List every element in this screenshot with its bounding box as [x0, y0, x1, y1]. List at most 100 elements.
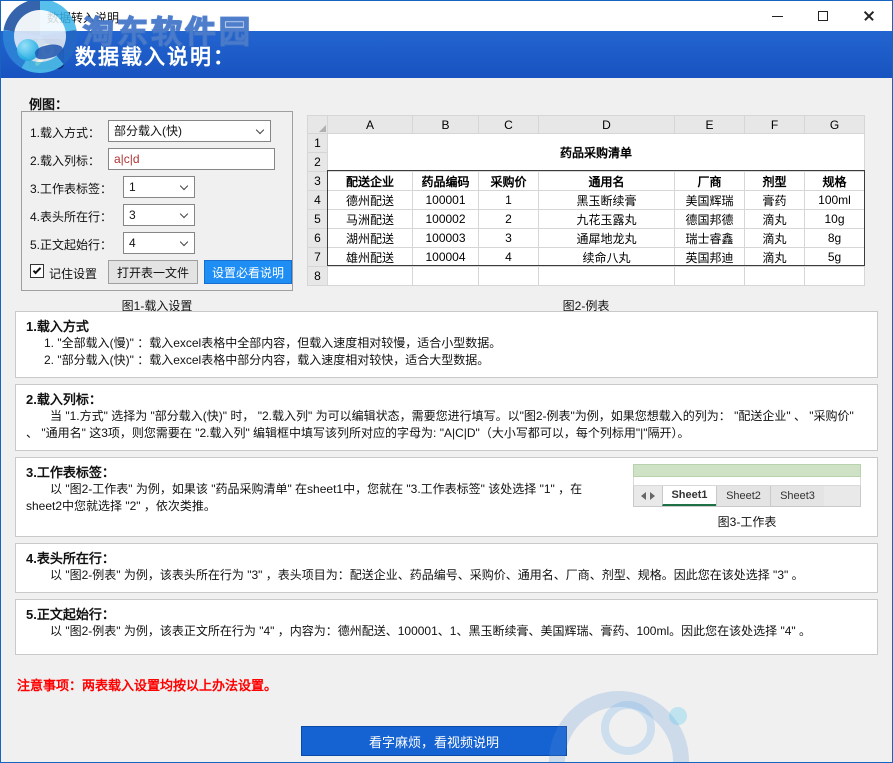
data-cell: 100004 [413, 248, 479, 267]
notice-text: 注意事项：两表载入设置均按以上办法设置。 [17, 675, 878, 694]
row-header: 7 [308, 248, 328, 267]
empty-cell [539, 267, 675, 286]
data-cell: 美国辉瑞 [675, 191, 745, 210]
section-heading: 2.载入列标： [26, 391, 867, 408]
header-cell: 通用名 [539, 172, 675, 191]
sheet-tab-value: 1 [129, 180, 136, 194]
settings-help-button[interactable]: 设置必看说明 [204, 260, 292, 284]
section-heading: 4.表头所在行： [26, 550, 867, 567]
remember-settings-checkbox[interactable] [30, 264, 44, 278]
chevron-down-icon [256, 126, 264, 134]
maximize-button[interactable] [800, 1, 846, 31]
data-cell: 8g [805, 229, 865, 248]
body-start-row-value: 4 [129, 236, 136, 250]
data-cell: 德州配送 [328, 191, 413, 210]
chevron-down-icon [180, 182, 188, 190]
sheet-tab: Sheet2 [716, 486, 770, 506]
section-load-mode: 1.载入方式 1. "全部载入(慢)" ：载入excel表格中全部内容，但载入速… [15, 311, 878, 378]
empty-cell [479, 267, 539, 286]
app-window: 数据转入说明 数据载入说明： 例图： 1.载入方式： 部分载入(快) [0, 0, 893, 763]
row-header: 5 [308, 210, 328, 229]
field-label-column-letters: 2.载入列标： [30, 152, 100, 169]
header-cell: 采购价 [479, 172, 539, 191]
data-cell: 雄州配送 [328, 248, 413, 267]
chevron-down-icon [180, 210, 188, 218]
section-body: 以 "图2-工作表" 为例，如果该 "药品采购清单" 在sheet1中，您就在 … [26, 481, 614, 515]
empty-cell [413, 267, 479, 286]
minimize-icon [772, 16, 783, 17]
header-row-select[interactable]: 3 [123, 204, 195, 226]
section-heading: 1.载入方式 [26, 318, 867, 335]
empty-cell [328, 267, 413, 286]
column-header: A [328, 116, 413, 134]
sheet-white-row [633, 477, 861, 486]
magnifier-icon [29, 39, 64, 69]
row-header: 3 [308, 172, 328, 191]
data-cell: 100ml [805, 191, 865, 210]
column-header: E [675, 116, 745, 134]
remember-settings-label: 记住设置 [49, 265, 97, 282]
close-icon [863, 10, 875, 22]
maximize-icon [818, 11, 828, 21]
page-header: 数据载入说明： [1, 31, 892, 78]
section-column-letters: 2.载入列标： 当 "1.方式" 选择为 "部分载入(快)" 时， "2.载入列… [15, 384, 878, 451]
data-cell: 滴丸 [745, 248, 805, 267]
open-file-button[interactable]: 打开表一文件 [108, 260, 198, 284]
arrow-right-icon [650, 492, 655, 500]
column-header: D [539, 116, 675, 134]
sheet-title-cell: 药品采购清单 [328, 134, 865, 172]
data-cell: 黑玉断续膏 [539, 191, 675, 210]
header-cell: 药品编码 [413, 172, 479, 191]
data-cell: 10g [805, 210, 865, 229]
example-spreadsheet: A B C D E F G 1 药品采购清单 2 3 配送企业 [307, 115, 865, 286]
header-row-value: 3 [129, 208, 136, 222]
section-line: 2. "部分载入(快)" ：载入excel表格中部分内容，载入速度相对较快，适合… [44, 352, 867, 369]
field-label-header-row: 4.表头所在行： [30, 208, 112, 225]
empty-cell [675, 267, 745, 286]
sheet-green-row [633, 464, 861, 477]
sheet-tab: Sheet1 [662, 486, 716, 506]
data-cell: 2 [479, 210, 539, 229]
header-cell: 厂商 [675, 172, 745, 191]
load-mode-value: 部分载入(快) [114, 124, 182, 138]
titlebar: 数据转入说明 [1, 1, 892, 31]
instruction-sections: 1.载入方式 1. "全部载入(慢)" ：载入excel表格中全部内容，但载入速… [15, 311, 878, 756]
data-cell: 滴丸 [745, 210, 805, 229]
body-start-row-select[interactable]: 4 [123, 232, 195, 254]
corner-triangle-icon [319, 125, 326, 132]
window-title: 数据转入说明 [47, 9, 119, 26]
sheet-nav-arrows [634, 486, 662, 506]
header-cell: 配送企业 [328, 172, 413, 191]
data-cell: 九花玉露丸 [539, 210, 675, 229]
sheet-tab-select[interactable]: 1 [123, 176, 195, 198]
data-cell: 1 [479, 191, 539, 210]
header-cell: 剂型 [745, 172, 805, 191]
empty-cell [745, 267, 805, 286]
window-controls [754, 1, 892, 31]
field-label-load-mode: 1.载入方式： [30, 124, 100, 141]
field-label-body-start-row: 5.正文起始行： [30, 236, 112, 253]
data-cell: 续命八丸 [539, 248, 675, 267]
data-cell: 5g [805, 248, 865, 267]
column-header: B [413, 116, 479, 134]
page-title: 数据载入说明： [75, 41, 236, 71]
data-cell: 100001 [413, 191, 479, 210]
close-button[interactable] [846, 1, 892, 31]
data-cell: 3 [479, 229, 539, 248]
column-header: G [805, 116, 865, 134]
video-help-button[interactable]: 看字麻烦，看视频说明 [301, 726, 567, 756]
section-body: 以 "图2-例表" 为例，该表正文所在行为 "4" ，内容为：德州配送、1000… [26, 623, 867, 640]
column-letters-input[interactable] [108, 148, 275, 170]
load-mode-select[interactable]: 部分载入(快) [108, 120, 271, 142]
chevron-down-icon [180, 238, 188, 246]
sheet-tabs-figure: Sheet1 Sheet2 Sheet3 图3-工作表 [633, 464, 861, 530]
data-cell: 德国邦德 [675, 210, 745, 229]
checkmark-icon [33, 266, 41, 274]
section-heading: 5.正文起始行： [26, 606, 867, 623]
minimize-button[interactable] [754, 1, 800, 31]
data-cell: 瑞士睿鑫 [675, 229, 745, 248]
data-cell: 湖州配送 [328, 229, 413, 248]
data-cell: 马洲配送 [328, 210, 413, 229]
column-header: F [745, 116, 805, 134]
sheet-tab-bar: Sheet1 Sheet2 Sheet3 [633, 486, 861, 507]
